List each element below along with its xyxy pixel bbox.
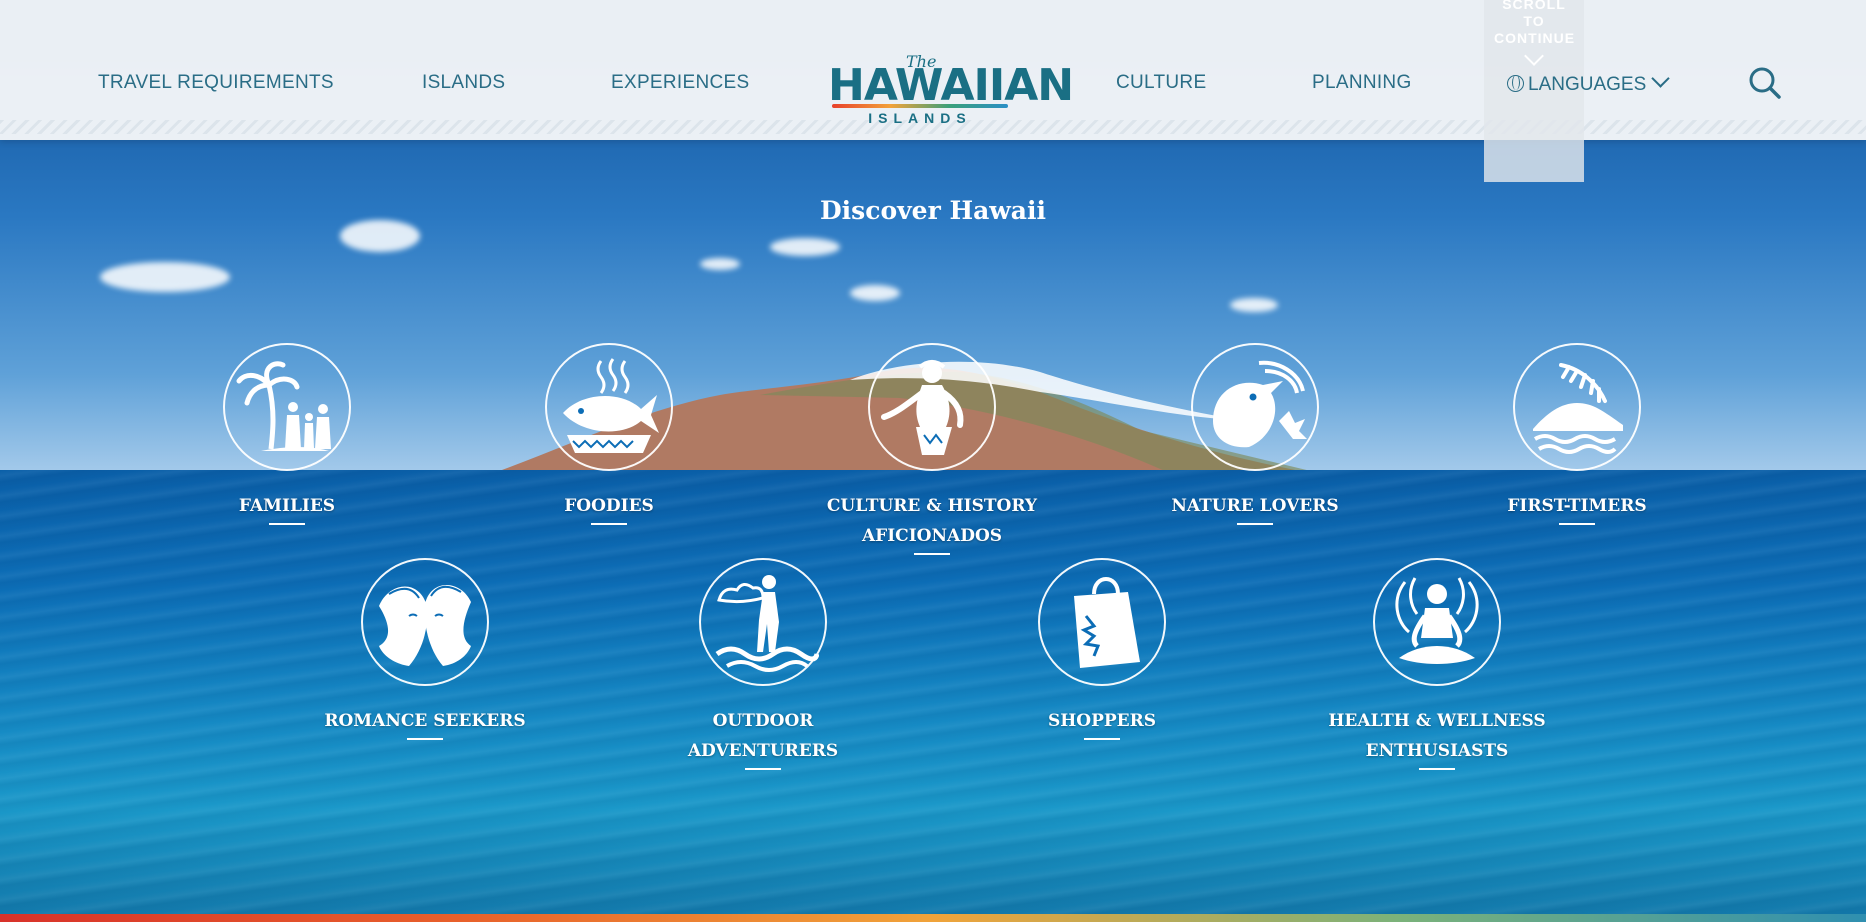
nav-travel-requirements[interactable]: TRAVEL REQUIREMENTS — [98, 72, 334, 94]
logo-swash — [832, 104, 1008, 108]
scroll-hint-text: SCROLL TO CONTINUE — [1494, 0, 1576, 46]
category-outdoor-adventurers[interactable]: OUTDOOR ADVENTURERS — [643, 558, 883, 770]
label-underline — [407, 738, 443, 740]
fish-dish-icon — [545, 343, 673, 471]
label-underline — [745, 768, 781, 770]
category-label: OUTDOOR ADVENTURERS — [687, 711, 839, 761]
search-button[interactable] — [1748, 66, 1782, 100]
category-label: FOODIES — [564, 496, 654, 516]
category-shoppers[interactable]: SHOPPERS — [982, 558, 1222, 740]
label-underline — [591, 523, 627, 525]
page-title: Discover Hawaii — [820, 196, 1046, 225]
category-families[interactable]: FAMILIES — [167, 343, 407, 525]
nav-experiences[interactable]: EXPERIENCES — [611, 72, 749, 94]
shopping-bag-icon — [1038, 558, 1166, 686]
languages-label: LANGUAGES — [1528, 74, 1647, 95]
category-first-timers[interactable]: FIRST-TIMERS — [1457, 343, 1697, 525]
label-underline — [1237, 523, 1273, 525]
category-label: SHOPPERS — [1047, 711, 1157, 731]
category-label: ROMANCE SEEKERS — [324, 711, 526, 731]
hawaiian-islands-logo[interactable]: The HAWAIIAN ISLANDS — [820, 44, 1074, 134]
category-label: FIRST-TIMERS — [1507, 496, 1647, 516]
nav-culture[interactable]: CULTURE — [1116, 72, 1206, 94]
chevron-down-icon — [1524, 46, 1544, 66]
category-label: NATURE LOVERS — [1171, 496, 1339, 516]
meditation-icon — [1373, 558, 1501, 686]
couple-icon — [361, 558, 489, 686]
nav-islands[interactable]: ISLANDS — [422, 72, 505, 94]
chevron-down-icon — [1651, 69, 1670, 88]
site-header: TRAVEL REQUIREMENTS ISLANDS EXPERIENCES … — [0, 0, 1866, 140]
diamond-head-icon — [1513, 343, 1641, 471]
category-label: HEALTH & WELLNESS ENTHUSIASTS — [1328, 711, 1546, 761]
nav-planning[interactable]: PLANNING — [1312, 72, 1412, 94]
languages-dropdown[interactable]: LANGUAGES — [1507, 69, 1670, 96]
label-underline — [1084, 738, 1120, 740]
category-label: FAMILIES — [238, 496, 336, 516]
search-icon — [1749, 67, 1781, 99]
label-underline — [1559, 523, 1595, 525]
category-label: CULTURE & HISTORY AFICIONADOS — [826, 496, 1038, 546]
category-foodies[interactable]: FOODIES — [489, 343, 729, 525]
paddleboard-icon — [699, 558, 827, 686]
hula-dancer-icon — [868, 343, 996, 471]
label-underline — [1419, 768, 1455, 770]
globe-icon — [1507, 75, 1524, 92]
category-romance-seekers[interactable]: ROMANCE SEEKERS — [305, 558, 545, 740]
category-culture-history[interactable]: CULTURE & HISTORY AFICIONADOS — [812, 343, 1052, 555]
label-underline — [269, 523, 305, 525]
label-underline — [914, 553, 950, 555]
family-palm-icon — [223, 343, 351, 471]
logo-sub: ISLANDS — [868, 110, 972, 126]
bird-icon — [1191, 343, 1319, 471]
category-health-wellness[interactable]: HEALTH & WELLNESS ENTHUSIASTS — [1317, 558, 1557, 770]
bottom-gradient-bar — [0, 914, 1866, 922]
category-nature-lovers[interactable]: NATURE LOVERS — [1135, 343, 1375, 525]
